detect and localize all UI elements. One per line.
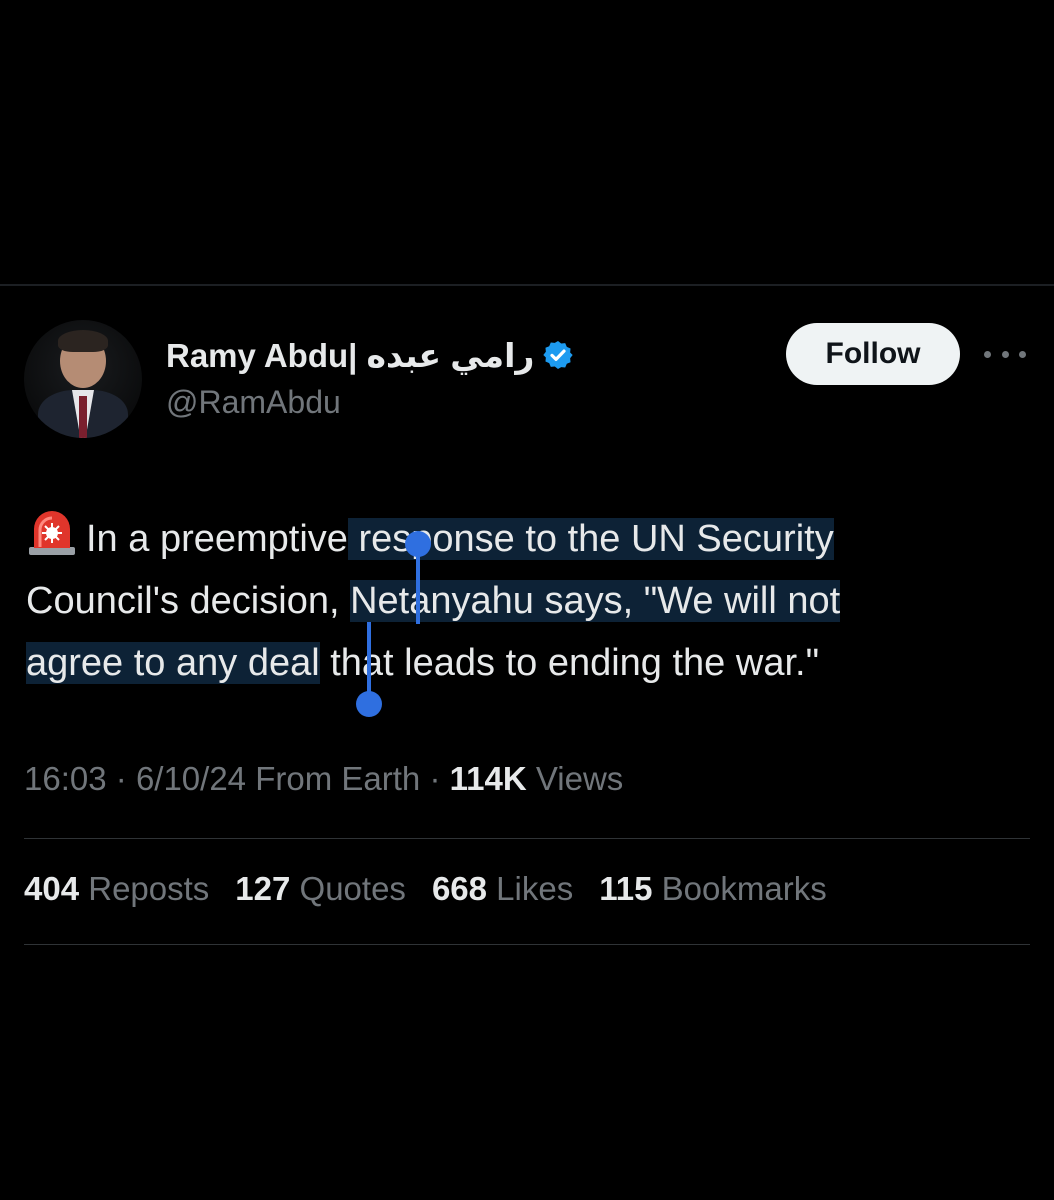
avatar[interactable] xyxy=(24,320,142,438)
tweet-time[interactable]: 16:03 xyxy=(24,760,107,797)
more-horizontal-icon[interactable] xyxy=(984,340,1026,368)
tweet-meta: 16:03 · 6/10/24 From Earth · 114K Views xyxy=(24,760,624,797)
bookmarks-stat[interactable]: 115 Bookmarks xyxy=(599,870,826,908)
likes-stat[interactable]: 668 Likes xyxy=(432,870,573,908)
reposts-stat[interactable]: 404 Reposts xyxy=(24,870,209,908)
siren-icon xyxy=(29,511,75,555)
author-handle[interactable]: @RamAbdu xyxy=(166,384,341,421)
stats-divider-top xyxy=(24,838,1030,839)
tweet-source: From Earth xyxy=(255,760,421,797)
tweet-text: In a preemptive response to the UN Secur… xyxy=(26,508,1036,694)
author-name-row[interactable]: Ramy Abdu| رامي عبده xyxy=(166,332,574,378)
quotes-stat[interactable]: 127 Quotes xyxy=(235,870,406,908)
tweet-line-2: Council's decision, Netanyahu says, "We … xyxy=(26,570,1036,632)
top-divider xyxy=(0,284,1054,286)
tweet-line-3-selected: agree to any deal xyxy=(26,642,320,684)
tweet-line-2-start: Council's decision, xyxy=(26,580,351,622)
tweet-date[interactable]: 6/10/24 xyxy=(136,760,246,797)
stats-divider-bottom xyxy=(24,944,1030,945)
tweet-line-1: In a preemptive response to the UN Secur… xyxy=(26,508,1036,570)
tweet-line-3: agree to any deal that leads to ending t… xyxy=(26,632,1036,694)
verified-badge-icon xyxy=(543,341,574,369)
views-label: Views xyxy=(535,760,624,797)
selection-end-handle[interactable] xyxy=(354,622,384,718)
tweet-line-1-start: In a preemptive xyxy=(86,518,348,560)
follow-button[interactable]: Follow xyxy=(786,323,960,385)
selection-start-handle[interactable] xyxy=(404,530,432,624)
engagement-stats: 404 Reposts 127 Quotes 668 Likes 115 Boo… xyxy=(24,870,827,908)
tweet-line-3-end: that leads to ending the war." xyxy=(319,642,820,684)
views-count: 114K xyxy=(449,760,527,797)
display-name[interactable]: Ramy Abdu| رامي عبده xyxy=(166,336,534,375)
